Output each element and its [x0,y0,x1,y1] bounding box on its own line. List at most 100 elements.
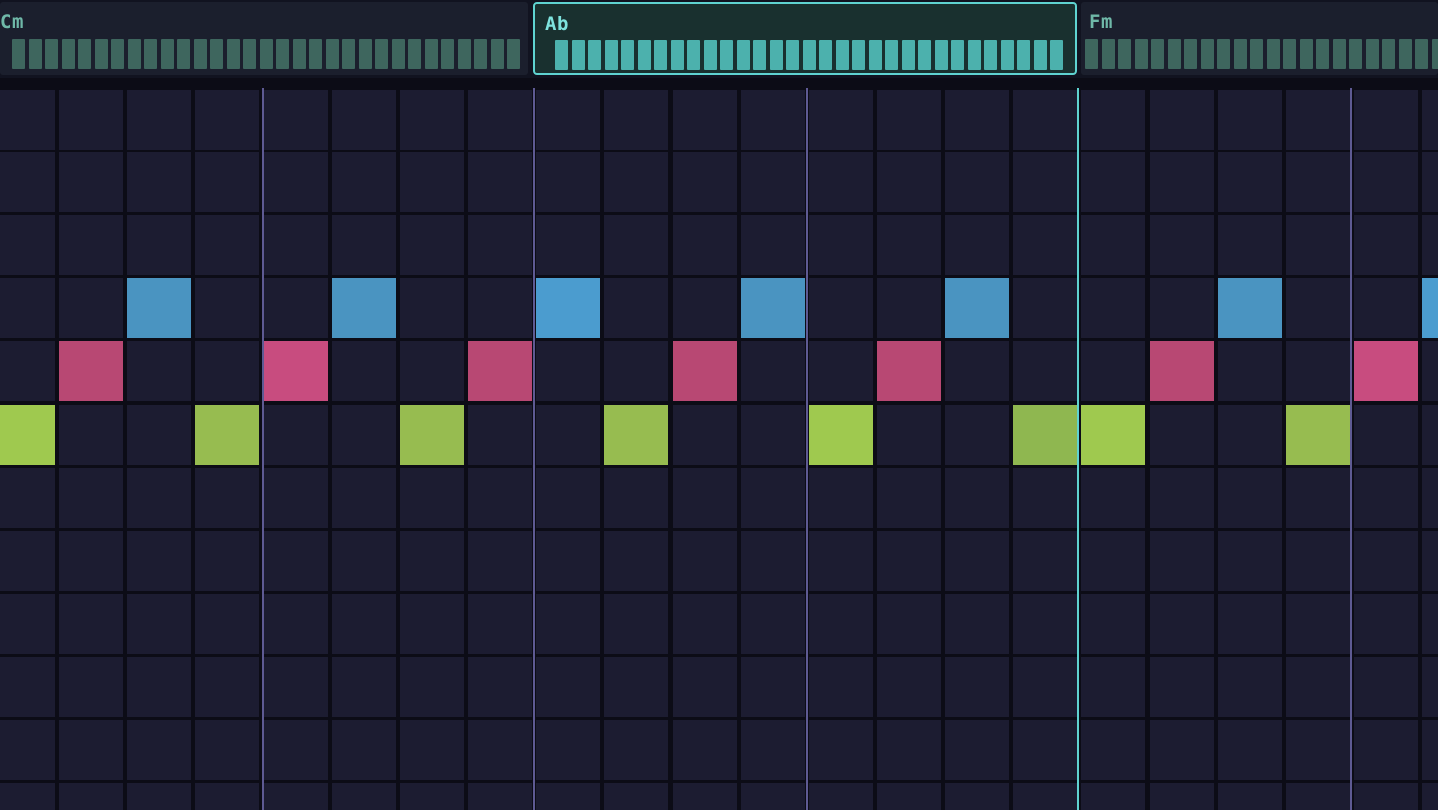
active-note-cell[interactable] [59,341,124,401]
grid-cell[interactable] [59,278,124,338]
grid-cell[interactable] [740,90,805,150]
grid-cell[interactable] [740,152,805,212]
grid-cell[interactable] [1081,278,1146,338]
grid-cell[interactable] [0,657,55,717]
active-note-cell[interactable] [195,405,260,465]
grid-cell[interactable] [1354,783,1418,810]
grid-cell[interactable] [399,468,464,528]
grid-cell[interactable] [672,152,737,212]
grid-cell[interactable] [945,594,1010,654]
grid-cell[interactable] [1013,341,1078,401]
grid-cell[interactable] [127,783,192,810]
grid-cell[interactable] [263,783,328,810]
grid-cell[interactable] [876,594,941,654]
grid-cell[interactable] [468,783,533,810]
grid-cell[interactable] [876,468,941,528]
active-note-cell[interactable] [263,341,328,401]
grid-cell[interactable] [536,531,601,591]
active-note-cell[interactable] [1422,278,1438,338]
active-note-cell[interactable] [1149,341,1214,401]
grid-cell[interactable] [1285,152,1350,212]
grid-cell[interactable] [195,594,260,654]
grid-cell[interactable] [604,531,669,591]
grid-cell[interactable] [1217,657,1282,717]
grid-cell[interactable] [399,720,464,780]
grid-cell[interactable] [195,657,260,717]
grid-cell[interactable] [1149,468,1214,528]
grid-cell[interactable] [1354,594,1418,654]
grid-cell[interactable] [0,152,55,212]
grid-cell[interactable] [1217,341,1282,401]
grid-cell[interactable] [1217,152,1282,212]
grid-cell[interactable] [1081,783,1146,810]
grid-cell[interactable] [127,152,192,212]
grid-cell[interactable] [195,278,260,338]
grid-cell[interactable] [1217,468,1282,528]
grid-cell[interactable] [536,90,601,150]
grid-cell[interactable] [945,341,1010,401]
active-note-cell[interactable] [127,278,192,338]
active-note-cell[interactable] [740,278,805,338]
grid-cell[interactable] [263,152,328,212]
grid-cell[interactable] [604,594,669,654]
grid-cell[interactable] [195,341,260,401]
grid-cell[interactable] [808,594,873,654]
grid-cell[interactable] [263,594,328,654]
grid-cell[interactable] [59,531,124,591]
grid-cell[interactable] [127,531,192,591]
active-note-cell[interactable] [1354,341,1418,401]
grid-cell[interactable] [876,531,941,591]
grid-cell[interactable] [59,468,124,528]
grid-cell[interactable] [263,657,328,717]
grid-cell[interactable] [1013,278,1078,338]
grid-cell[interactable] [1217,215,1282,275]
grid-cell[interactable] [59,405,124,465]
grid-cell[interactable] [0,783,55,810]
grid-cell[interactable] [1013,657,1078,717]
grid-cell[interactable] [1013,594,1078,654]
grid-cell[interactable] [399,657,464,717]
grid-cell[interactable] [1354,657,1418,717]
grid-cell[interactable] [536,341,601,401]
grid-cell[interactable] [536,215,601,275]
grid-cell[interactable] [536,152,601,212]
grid-cell[interactable] [945,215,1010,275]
grid-cell[interactable] [536,657,601,717]
grid-cell[interactable] [740,215,805,275]
grid-cell[interactable] [331,341,396,401]
grid-cell[interactable] [399,152,464,212]
grid-cell[interactable] [468,405,533,465]
grid-cell[interactable] [1285,531,1350,591]
grid-cell[interactable] [1217,405,1282,465]
grid-cell[interactable] [1422,594,1438,654]
grid-cell[interactable] [672,278,737,338]
grid-cell[interactable] [468,531,533,591]
grid-cell[interactable] [1422,657,1438,717]
grid-cell[interactable] [1285,594,1350,654]
grid-cell[interactable] [536,405,601,465]
grid-cell[interactable] [1081,341,1146,401]
grid-cell[interactable] [1354,468,1418,528]
active-note-cell[interactable] [808,405,873,465]
grid-cell[interactable] [468,278,533,338]
grid-cell[interactable] [195,720,260,780]
grid-cell[interactable] [876,152,941,212]
grid-cell[interactable] [808,720,873,780]
grid-cell[interactable] [59,594,124,654]
grid-cell[interactable] [331,531,396,591]
grid-cell[interactable] [263,405,328,465]
grid-cell[interactable] [399,531,464,591]
grid-cell[interactable] [0,594,55,654]
grid-cell[interactable] [808,468,873,528]
grid-cell[interactable] [1354,90,1418,150]
grid-cell[interactable] [1149,90,1214,150]
grid-cell[interactable] [945,720,1010,780]
grid-cell[interactable] [876,90,941,150]
grid-cell[interactable] [672,405,737,465]
grid-cell[interactable] [59,720,124,780]
grid-cell[interactable] [808,90,873,150]
grid-cell[interactable] [1013,720,1078,780]
grid-cell[interactable] [399,90,464,150]
grid-cell[interactable] [1217,783,1282,810]
grid-cell[interactable] [1217,720,1282,780]
